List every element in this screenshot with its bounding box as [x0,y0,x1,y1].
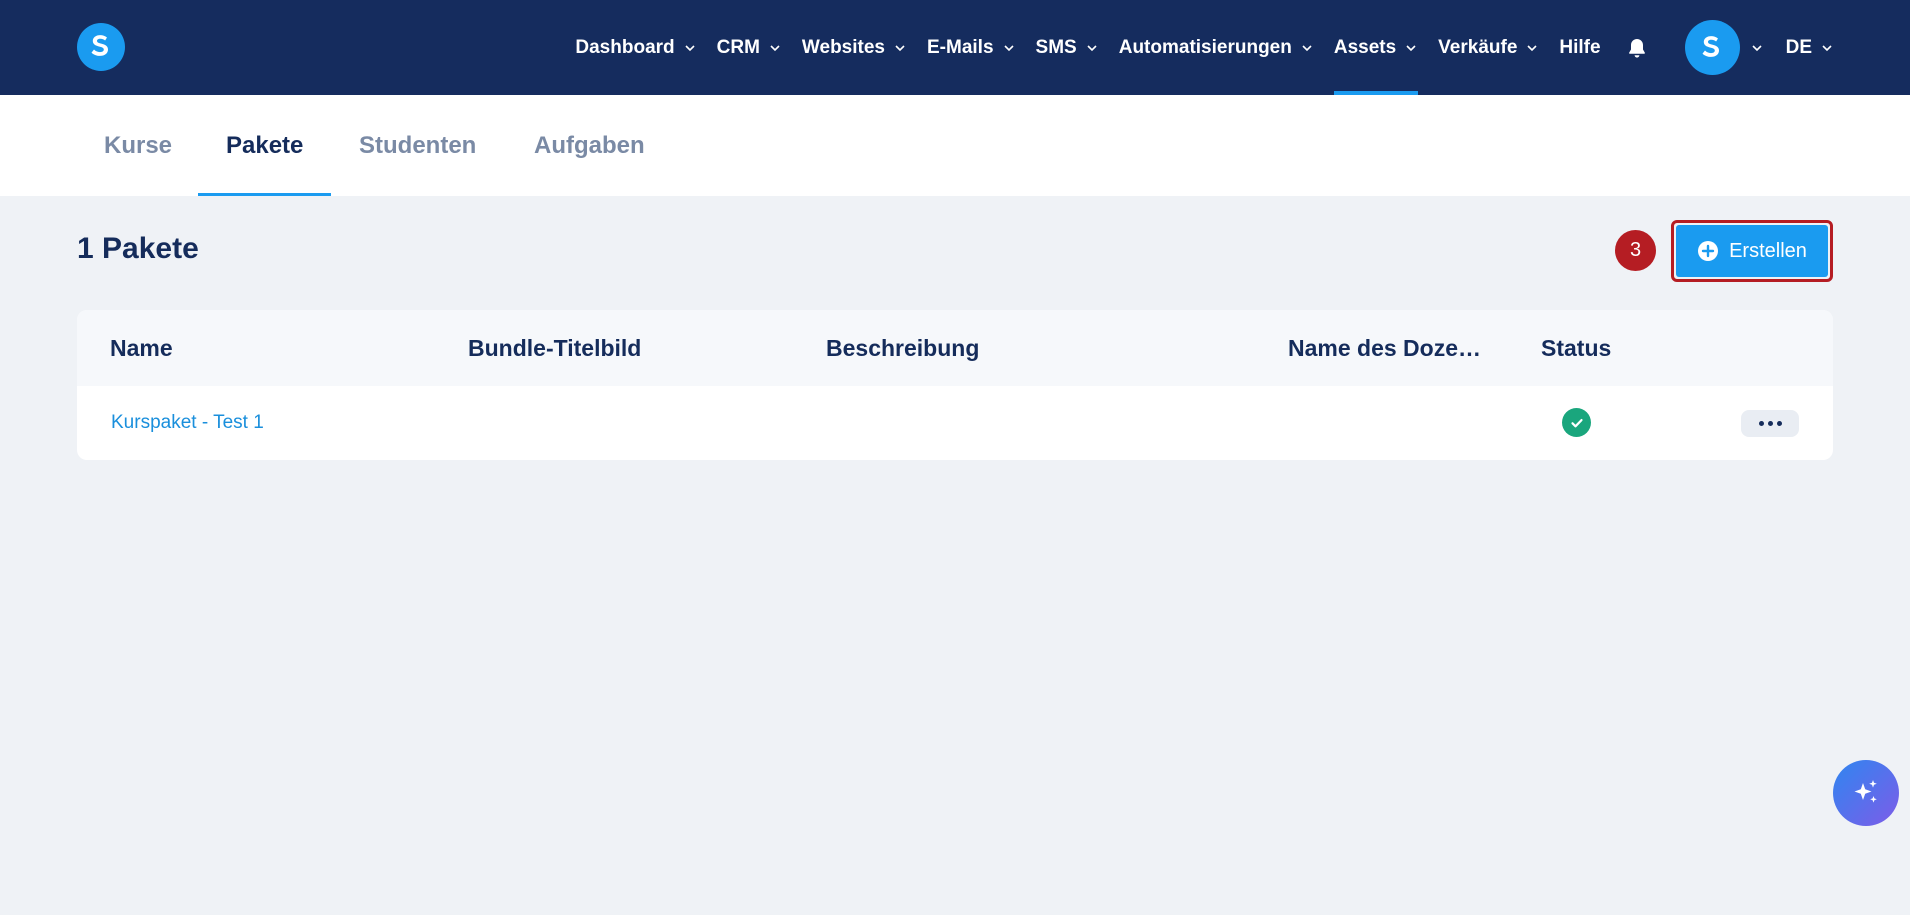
ai-assistant-button[interactable] [1833,760,1899,826]
table-header: Name Bundle-Titelbild Beschreibung Name … [77,310,1833,386]
column-header-status: Status [1541,334,1612,361]
nav-item-label: E-Mails [927,36,994,58]
chevron-down-icon [770,44,780,51]
package-name-link[interactable]: Kurspaket - Test 1 [111,386,264,460]
chevron-down-icon [895,44,905,51]
logo-icon[interactable] [77,23,125,71]
nav-item-websites[interactable]: Websites [802,0,907,95]
tab-label: Pakete [226,131,304,159]
plus-circle-icon [1697,240,1719,262]
step-badge: 3 [1615,230,1656,271]
sparkles-icon [1854,780,1877,803]
chevron-down-icon [1302,44,1312,51]
tab-aufgaben[interactable]: Aufgaben [506,95,673,196]
column-header-bundle-image: Bundle-Titelbild [468,334,642,361]
chevron-down-icon[interactable] [1750,41,1764,55]
language-selector[interactable]: DE [1786,0,1834,95]
nav-item-label: Dashboard [575,36,675,58]
nav-item-assets[interactable]: Assets [1333,0,1419,95]
packages-table: Name Bundle-Titelbild Beschreibung Name … [77,310,1833,460]
tab-studenten[interactable]: Studenten [331,95,504,196]
top-navigation: Dashboard CRM Websites E-Mails SMS Autom… [0,0,1910,95]
chevron-down-icon [1822,44,1832,51]
bell-icon[interactable] [1625,35,1651,61]
create-button-label: Erstellen [1729,239,1807,262]
chevron-down-icon [1003,44,1014,51]
page-title: 1 Pakete [77,232,199,265]
nav-item-label: Assets [1333,36,1397,58]
tab-kurse[interactable]: Kurse [76,95,200,196]
nav-item-label: Automatisierungen [1118,36,1292,58]
nav-item-emails[interactable]: E-Mails [927,0,1016,95]
nav-item-label: Websites [801,36,885,58]
nav-item-hilfe[interactable]: Hilfe [1559,0,1600,95]
dot [1758,421,1764,426]
nav-item-label: CRM [716,36,760,58]
nav-item-verkaeufe[interactable]: Verkäufe [1438,0,1539,95]
chevron-down-icon [1527,44,1537,51]
nav-item-label: Hilfe [1559,36,1601,58]
check-circle-icon [1562,408,1591,437]
tab-label: Kurse [104,131,173,159]
table-row: Kurspaket - Test 1 [77,386,1833,460]
more-options-button[interactable] [1741,410,1799,437]
column-header-name: Name [110,334,173,361]
dot [1767,421,1773,426]
tab-label: Aufgaben [534,131,645,159]
avatar[interactable] [1684,20,1740,75]
nav-item-dashboard[interactable]: Dashboard [575,0,696,95]
create-button[interactable]: Erstellen [1676,225,1828,277]
dot [1776,421,1782,426]
chevron-down-icon [685,44,695,51]
nav-item-label: Verkäufe [1438,36,1518,58]
create-button-highlight: Erstellen [1671,220,1833,282]
avatar-logo-icon [1702,35,1720,57]
nav-item-sms[interactable]: SMS [1036,0,1099,95]
tab-label: Studenten [359,131,477,159]
column-header-lecturer-name: Name des Doze… [1288,334,1482,361]
column-header-description: Beschreibung [826,334,980,361]
nav-item-label: SMS [1035,36,1077,58]
chevron-down-icon [1087,44,1097,51]
sub-tabs: Kurse Pakete Studenten Aufgaben [0,95,1910,196]
language-label: DE [1785,36,1812,58]
nav-item-crm[interactable]: CRM [717,0,782,95]
tab-pakete[interactable]: Pakete [198,95,332,196]
chevron-down-icon [1406,44,1416,51]
nav-item-automatisierungen[interactable]: Automatisierungen [1119,0,1314,95]
